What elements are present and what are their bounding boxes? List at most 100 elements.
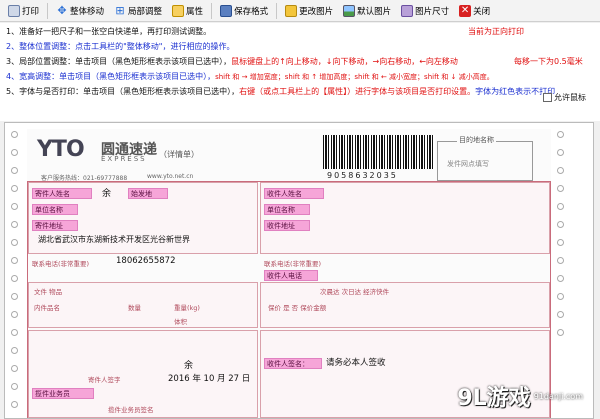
receiver-signature-hint: 请务必本人签收 (326, 358, 386, 368)
sprocket-hole (557, 275, 564, 282)
sprocket-hole (11, 311, 18, 318)
sender-phone-value[interactable]: 18062655872 (116, 256, 176, 266)
instructions-panel: 1、准备好一把尺子和一张空白快递单，再打印测试调整。 当前为正向打印 2、整体位… (0, 23, 600, 121)
sprocket-hole (11, 239, 18, 246)
sender-phone-label: 联系电话(非常重要) (32, 260, 90, 268)
sprocket-hole (11, 401, 18, 408)
sprocket-hole (11, 365, 18, 372)
destination-hint: 发件网点填写 (447, 160, 489, 168)
instruction-keys: 右键（或点工具栏上的【属性】）进行字体与该项目是否打印设置。 (239, 87, 476, 96)
sprocket-hole (11, 329, 18, 336)
instruction-text: 1、准备好一把尺子和一张空白快递单，再打印测试调整。 (6, 27, 212, 36)
printer-icon (8, 4, 20, 17)
properties-button[interactable]: 属性 (168, 2, 207, 20)
sprocket-hole (11, 275, 18, 282)
sprocket-hole (557, 131, 564, 138)
sender-signature-label: 寄件人签字 (88, 376, 121, 384)
yto-logo: YTO (37, 137, 85, 162)
adjust-icon: ⊞ (115, 3, 125, 17)
receiver-address-field[interactable]: 收件地址 (264, 220, 310, 231)
goods-type-label: 文件 物品 (34, 288, 63, 296)
instruction-keys: 鼠标键盘上的↑向上移动，↓向下移动，→向右移动，←向左移动 (231, 57, 458, 66)
sprocket-hole (557, 239, 564, 246)
delivery-option-label: 次晨达 次日达 经济快件 (320, 288, 390, 296)
local-adjust-button[interactable]: ⊞ 局部调整 (110, 2, 166, 20)
brand-english: EXPRESS (101, 155, 147, 163)
toolbar-separator (47, 2, 49, 19)
move-arrows-icon: ✥ (57, 3, 67, 17)
sprocket-strip-left (7, 123, 23, 418)
properties-icon (172, 4, 185, 17)
sprocket-hole (11, 167, 18, 174)
default-image-button[interactable]: 默认图片 (339, 2, 395, 20)
content-label: 内件品名 (34, 304, 60, 312)
close-button[interactable]: ✕ 关闭 (455, 2, 494, 20)
sender-name-value[interactable]: 余 (102, 186, 111, 199)
print-direction-status: 当前为正向打印 (468, 27, 524, 36)
receiver-phone-field[interactable]: 收件人电话 (264, 270, 318, 281)
save-format-button[interactable]: 保存格式 (216, 2, 272, 20)
main-toolbar: 打印 ✥ 整体移动 ⊞ 局部调整 属性 保存格式 更改图片 默认图片 图片尺寸 … (0, 0, 600, 22)
sprocket-hole (11, 347, 18, 354)
waybill-preview[interactable]: YTO 圆通速递 EXPRESS （详情单） 客户服务热线：021-697778… (4, 122, 594, 419)
destination-label: 目的地名称 (457, 135, 496, 145)
checkbox-box[interactable] (543, 93, 552, 102)
image-size-button-label: 图片尺寸 (415, 6, 450, 17)
origin-field[interactable]: 始发地 (128, 188, 168, 199)
sprocket-hole (11, 221, 18, 228)
receiver-signature-field[interactable]: 收件人签名： (264, 358, 322, 369)
website-url: www.yto.net.cn (147, 173, 194, 180)
sprocket-hole (557, 311, 564, 318)
ship-date-value[interactable]: 2016 年 10 月 27 日 (168, 372, 250, 384)
sprocket-strip-right (553, 123, 569, 418)
sender-name-field[interactable]: 寄件人姓名 (32, 188, 92, 199)
sender-signature-value[interactable]: 余 (184, 358, 193, 371)
sprocket-hole (11, 257, 18, 264)
site-watermark: 9L游戏 91danji.com (457, 380, 583, 412)
sprocket-hole (11, 203, 18, 210)
instruction-text: ，进行相应的操作。 (162, 42, 235, 51)
sprocket-hole (557, 149, 564, 156)
tracking-number: 9058632035 (327, 171, 398, 180)
receiver-unit-field[interactable]: 单位名称 (264, 204, 310, 215)
move-all-button[interactable]: ✥ 整体移动 (52, 2, 108, 20)
print-button-label: 打印 (22, 6, 40, 17)
close-icon: ✕ (459, 4, 472, 17)
waybill-form: YTO 圆通速递 EXPRESS （详情单） 客户服务热线：021-697778… (27, 129, 551, 418)
change-image-button-label: 更改图片 (299, 6, 334, 17)
print-button[interactable]: 打印 (4, 2, 43, 20)
instruction-line-3: 3、局部位置调整：单击项目（黑色矩形框表示该项目已选中），鼠标键盘上的↑向上移动… (6, 56, 458, 67)
save-format-button-label: 保存格式 (234, 6, 269, 17)
allow-mouse-checkbox[interactable]: 允许鼠标 (543, 92, 586, 103)
watermark-url: 91danji.com (533, 391, 583, 401)
courier-field[interactable]: 揽件业务员 (32, 388, 94, 399)
allow-mouse-label: 允许鼠标 (554, 93, 586, 102)
quantity-label: 数量 (128, 304, 141, 312)
instruction-line-2: 2、整体位置调整：点击工具栏的"整体移动"，进行相应的操作。 (6, 41, 234, 52)
tracking-barcode (323, 135, 435, 169)
sprocket-hole (557, 329, 564, 336)
sprocket-hole (11, 185, 18, 192)
sender-address-field[interactable]: 寄件地址 (32, 220, 78, 231)
instruction-highlight: "整体移动" (123, 42, 163, 51)
instruction-text: 5、字体与是否打印：单击项目（黑色矩形框表示该项目已选中）， (6, 87, 240, 96)
toolbar-separator (211, 2, 213, 19)
insurance-label: 保价 是 否 保价金额 (268, 304, 327, 312)
receiver-name-field[interactable]: 收件人姓名 (264, 188, 324, 199)
image-icon (343, 4, 356, 17)
change-image-button[interactable]: 更改图片 (281, 2, 337, 20)
sender-unit-field[interactable]: 单位名称 (32, 204, 78, 215)
instruction-text: 3、局部位置调整：单击项目（黑色矩形框表示该项目已选中）， (6, 57, 232, 66)
sprocket-hole (557, 293, 564, 300)
local-adjust-button-label: 局部调整 (128, 6, 163, 17)
image-size-button[interactable]: 图片尺寸 (397, 2, 453, 20)
sprocket-hole (11, 293, 18, 300)
weight-label: 重量(kg) (174, 304, 200, 312)
step-size-note: 每移一下为0.5毫米 (514, 57, 583, 66)
instruction-line-5: 5、字体与是否打印：单击项目（黑色矩形框表示该项目已选中），右键（或点工具栏上的… (6, 86, 555, 97)
sprocket-hole (11, 383, 18, 390)
toolbar-separator (276, 2, 278, 19)
sender-address-value[interactable]: 湖北省武汉市东湖新技术开发区光谷新世界 (38, 234, 190, 245)
sprocket-hole (11, 131, 18, 138)
receiver-phone-label: 联系电话(非常重要) (264, 260, 322, 268)
